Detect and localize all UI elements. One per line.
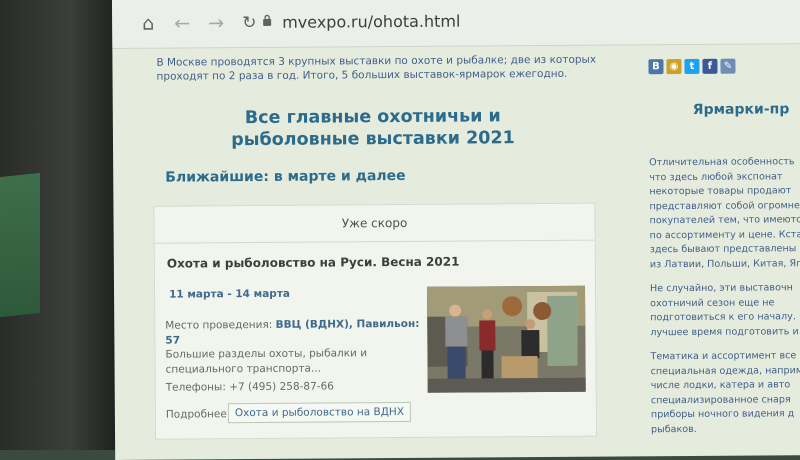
home-icon[interactable]: ⌂ (142, 13, 154, 35)
event-card: Уже скоро Охота и рыболовство на Руси. В… (153, 202, 598, 440)
ok-icon[interactable]: ◉ (666, 59, 682, 75)
facebook-icon[interactable]: f (702, 58, 718, 74)
sidebar-line: что здесь любой экспонат (649, 170, 783, 183)
event-dates: 11 марта - 14 марта (169, 287, 291, 301)
browser-toolbar: ⌂ ← → ↻ mvexpo.ru/ohota.html (112, 0, 800, 49)
sidebar-line: специальная одежда, наприм (650, 364, 800, 377)
lock-icon (263, 14, 272, 26)
background-shelf (0, 172, 40, 318)
monitor-bezel (0, 0, 118, 450)
sidebar-line: представляют собой огромне (649, 199, 800, 212)
forward-icon[interactable]: → (208, 12, 224, 34)
card-header: Уже скоро (154, 203, 595, 244)
sidebar-paragraph: Не случайно, эти выставочн охотничий сезо… (650, 281, 800, 340)
sidebar-line: Отличительная особенность (649, 156, 795, 169)
place-label: Место проведения: (165, 318, 276, 332)
sidebar-line: некоторые товары продают (649, 185, 792, 198)
event-title[interactable]: Охота и рыболовство на Руси. Весна 2021 (167, 255, 460, 271)
sidebar-paragraph: Тематика и ассортимент все специальная од… (650, 349, 800, 437)
vk-icon[interactable]: В (648, 59, 664, 75)
event-phone: Телефоны: +7 (495) 258-87-66 (165, 380, 334, 394)
sidebar-paragraph: Отличительная особенность что здесь любой… (649, 155, 800, 272)
twitter-icon[interactable]: t (684, 58, 700, 75)
sidebar-title: Ярмарки-пр (692, 101, 790, 118)
sidebar-line: специализированное снаря (650, 393, 791, 406)
intro-text: В Москве проводятся 3 крупных выставки п… (156, 53, 597, 83)
reload-icon[interactable]: ↻ (242, 13, 256, 33)
sidebar-line: лучшее время подготовить и (650, 325, 799, 338)
sidebar-line: подготовиться к его началу. (650, 311, 796, 324)
sidebar-line: Не случайно, эти выставочн (649, 282, 793, 295)
section-subtitle: Ближайшие: в марте и далее (165, 167, 406, 186)
browser-screen: ⌂ ← → ↻ mvexpo.ru/ohota.html В Москве пр… (112, 0, 800, 460)
sidebar-line: из Латвии, Польши, Китая, Яп (649, 257, 800, 270)
event-photo[interactable] (427, 285, 586, 393)
sidebar-line: охотничий сезон еще не (650, 296, 775, 309)
social-icons: В ◉ t f ✎ (648, 54, 738, 75)
event-description: Большие разделы охоты, рыбалки и специал… (165, 347, 368, 376)
sidebar-line: рыбаков. (650, 423, 697, 435)
sidebar-line: приборы ночного видения д (650, 408, 795, 421)
sidebar-line: числе лодки, катера и авто (650, 379, 791, 392)
address-bar[interactable]: mvexpo.ru/ohota.html (282, 12, 460, 32)
more-link-button[interactable]: Охота и рыболовство на ВДНХ (227, 401, 412, 424)
sidebar-line: Тематика и ассортимент все (650, 350, 797, 363)
page-title: Все главные охотничьи и рыболовные выста… (231, 106, 515, 151)
sidebar-text: Отличительная особенность что здесь любой… (649, 155, 800, 447)
back-icon[interactable]: ← (174, 12, 190, 34)
more-label: Подробнее: (165, 408, 231, 421)
livejournal-icon[interactable]: ✎ (720, 58, 736, 74)
page-content: В Москве проводятся 3 крупных выставки п… (112, 43, 800, 458)
sidebar-line: по ассортименту и цене. Кста (649, 228, 800, 241)
event-place: Место проведения: ВВЦ (ВДНХ), Павильон: … (165, 317, 423, 377)
sidebar-line: покупателей тем, что имеются (649, 214, 800, 227)
sidebar-line: здесь бывают представлены (649, 243, 797, 256)
